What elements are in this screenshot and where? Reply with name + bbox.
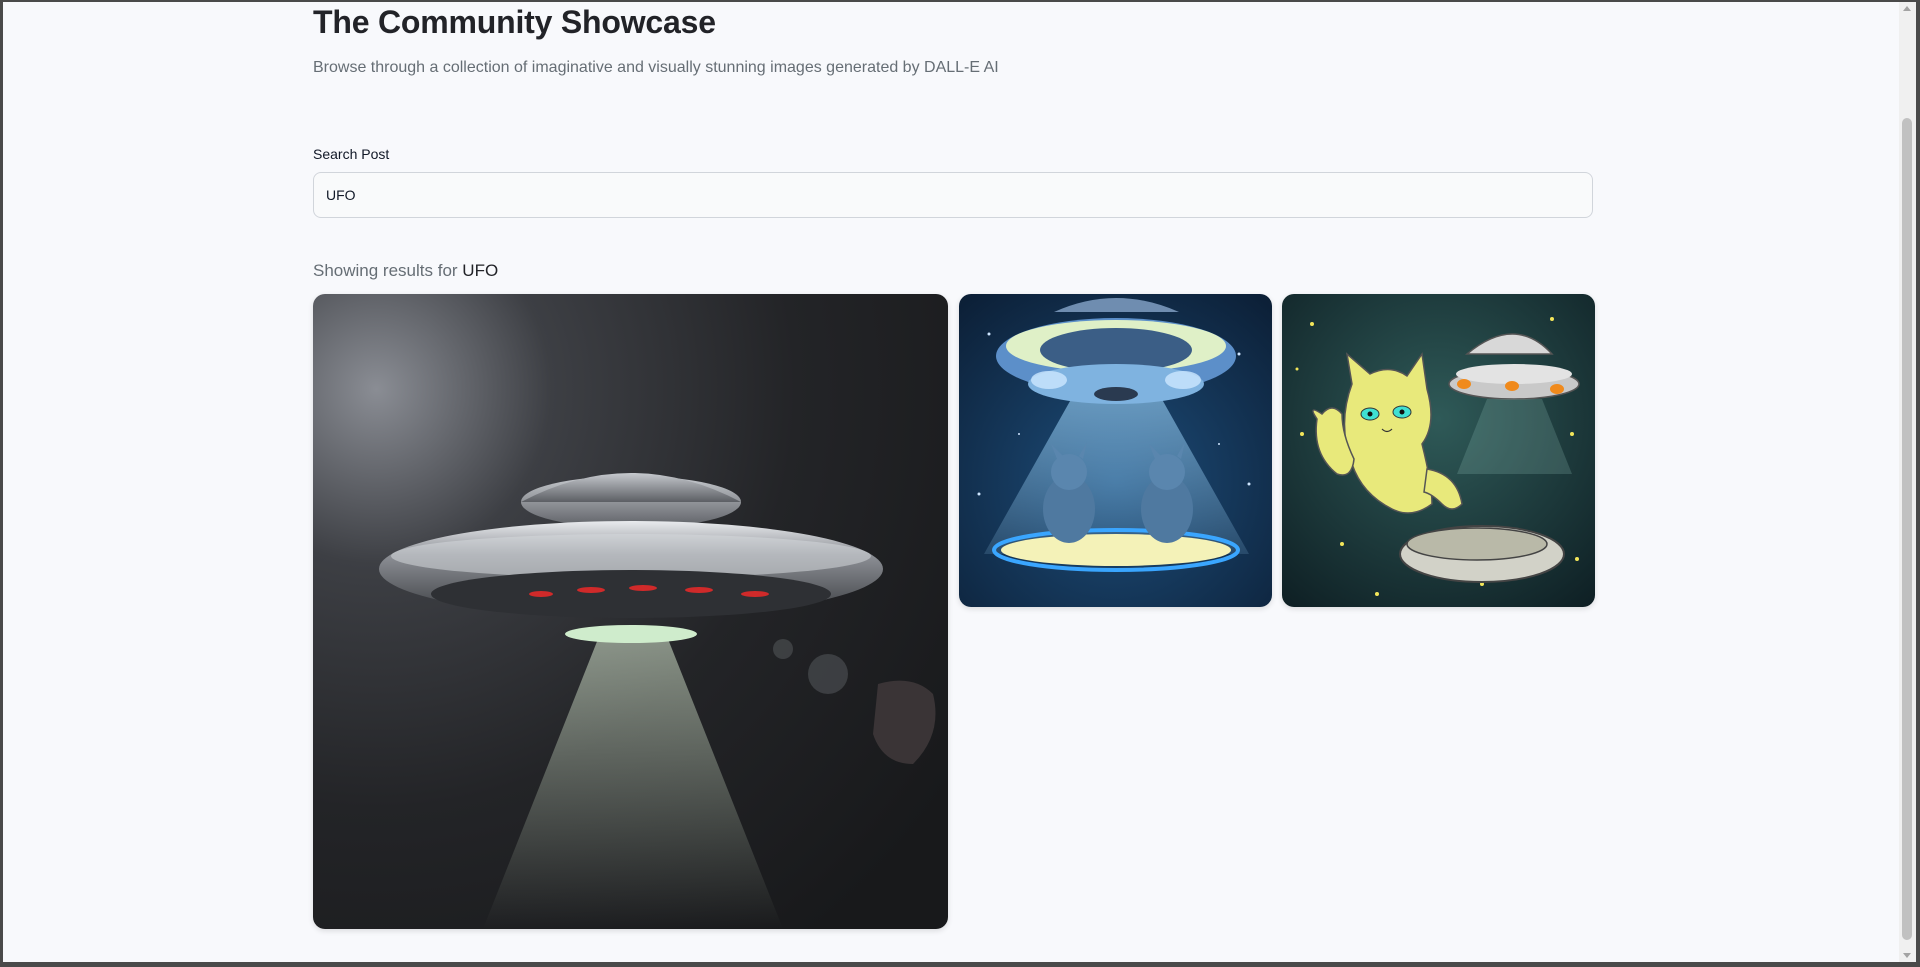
scroll-up-arrow-icon[interactable]	[1903, 6, 1911, 11]
browser-viewport: The Community Showcase Browse through a …	[3, 2, 1899, 962]
cat-with-ufo-cartoon-image	[1282, 294, 1595, 607]
post-card-ufo-dark[interactable]	[313, 294, 948, 929]
scrollbar-thumb[interactable]	[1902, 118, 1912, 940]
ufo-beaming-aliens-image	[959, 294, 1272, 607]
page-subtitle: Browse through a collection of imaginati…	[313, 59, 999, 76]
search-label: Search Post	[313, 146, 390, 162]
vertical-scrollbar[interactable]	[1899, 2, 1916, 962]
post-card-ufo-aliens[interactable]	[959, 294, 1272, 607]
scroll-down-arrow-icon[interactable]	[1903, 953, 1911, 958]
page-title: The Community Showcase	[313, 4, 716, 40]
results-heading: Showing results for UFO	[313, 261, 498, 281]
ufo-dark-space-image	[313, 294, 948, 929]
post-card-cat-ufo[interactable]	[1282, 294, 1595, 607]
search-input[interactable]	[313, 172, 1593, 218]
results-query: UFO	[462, 261, 499, 280]
results-prefix: Showing results for	[313, 261, 463, 280]
